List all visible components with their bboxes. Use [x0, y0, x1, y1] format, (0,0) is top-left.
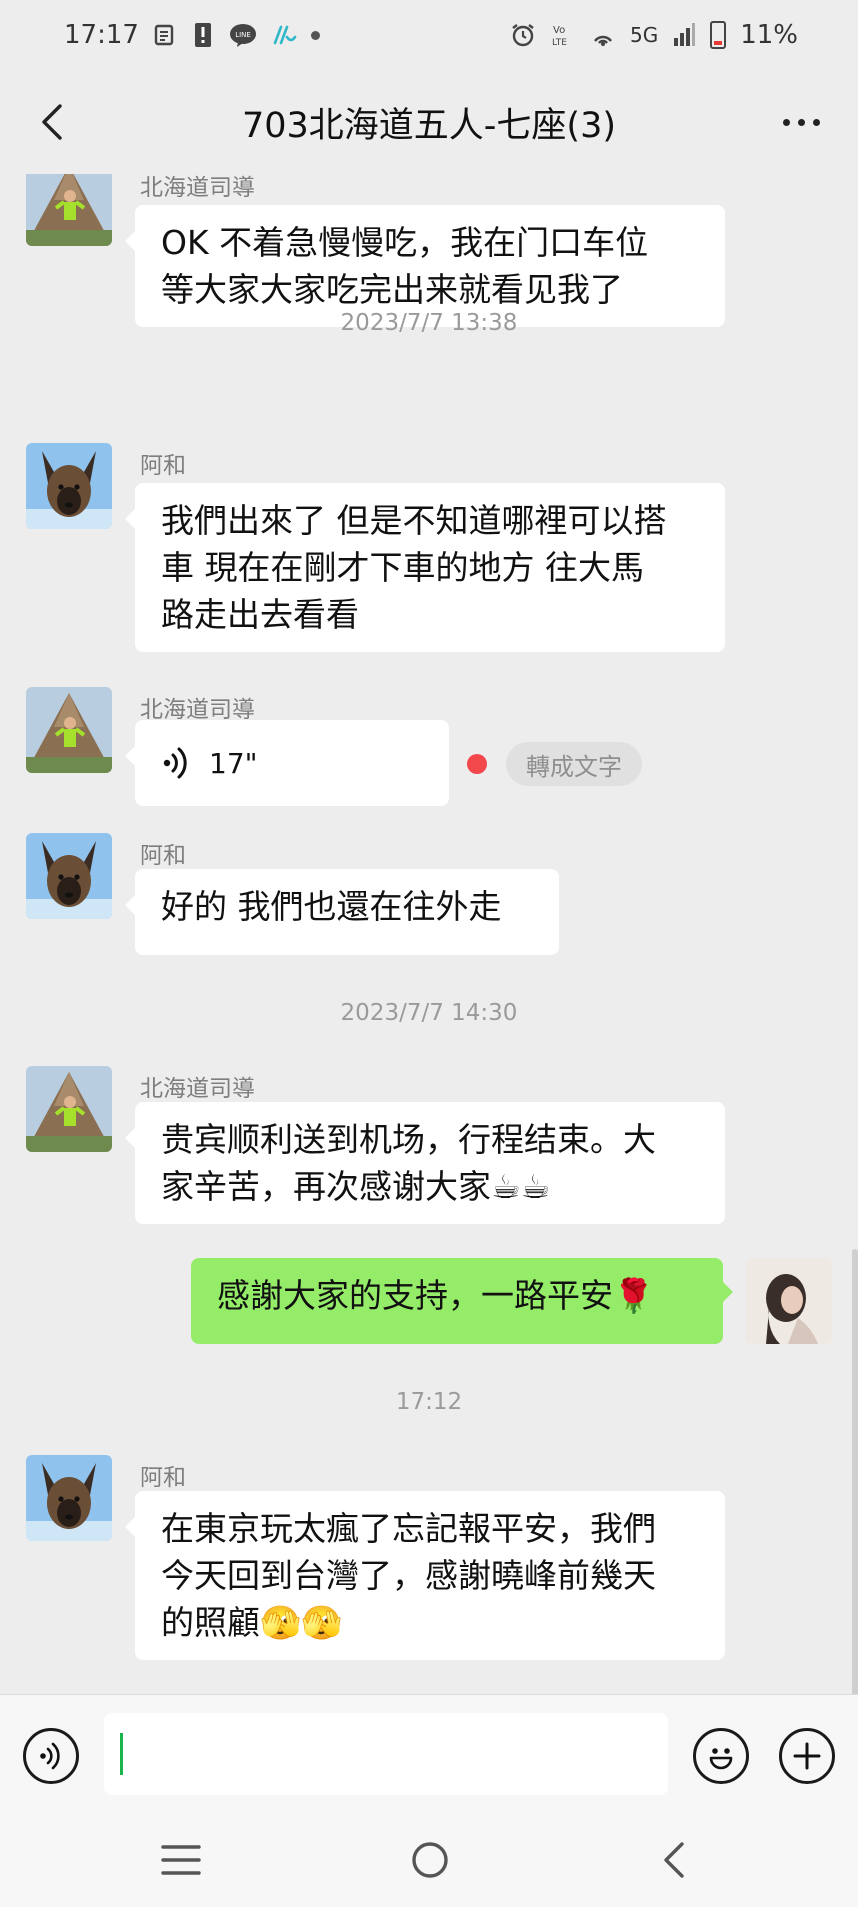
message-line: 車 現在在剛才下車的地方 往大馬 [161, 548, 644, 587]
battery-percent: 11% [740, 20, 798, 50]
avatar-driver[interactable] [26, 1066, 112, 1152]
message-bubble[interactable]: 贵宾顺利送到机场，行程结束。大 家辛苦，再次感谢大家☕☕ [125, 1102, 725, 1224]
status-bar: 17:17 LINE Vo LTE 5G 11% [0, 0, 858, 70]
convert-to-text-button[interactable]: 轉成文字 [506, 742, 642, 786]
message-line: 今天回到台灣了，感謝曉峰前幾天 [161, 1556, 656, 1595]
recent-apps-button[interactable] [156, 1838, 206, 1882]
sender-name: 北海道司導 [140, 175, 255, 201]
avatar-driver[interactable] [26, 174, 112, 246]
voice-wave-icon [163, 747, 187, 779]
sender-name: 阿和 [140, 453, 186, 479]
plus-icon [793, 1742, 821, 1770]
avatar-image [26, 1066, 112, 1152]
sender-name: 阿和 [140, 1465, 186, 1491]
clock: 17:17 [64, 20, 139, 50]
smiley-icon [709, 1748, 733, 1770]
message-input[interactable] [104, 1713, 668, 1795]
message-line: 贵宾顺利送到机场，行程结束。大 [161, 1120, 656, 1159]
alarm-icon [510, 20, 536, 50]
more-options-button[interactable] [766, 94, 836, 150]
avatar-image [26, 443, 112, 529]
message-line: 我們出來了 但是不知道哪裡可以搭 [161, 501, 667, 540]
message-line: 的照顧🫣🫣 [161, 1603, 343, 1642]
gallery-icon [153, 20, 177, 50]
alert-icon [191, 20, 215, 50]
timestamp: 2023/7/7 14:30 [340, 1000, 518, 1026]
avatar-driver[interactable] [26, 687, 112, 773]
avatar-image [26, 174, 112, 246]
back-chevron-icon [664, 1842, 684, 1878]
voice-icon [40, 1742, 60, 1770]
more-dot [782, 118, 790, 126]
chat-title: 703北海道五人-七座(3) [241, 105, 616, 146]
svg-text:LTE: LTE [552, 38, 567, 48]
battery-icon [710, 21, 727, 49]
home-button[interactable] [406, 1836, 454, 1884]
message-line: 家辛苦，再次感谢大家☕☕ [161, 1167, 551, 1206]
sender-name: 北海道司導 [140, 697, 255, 723]
message-bubble[interactable]: OK 不着急慢慢吃，我在门口车位 等大家大家吃完出来就看见我了 [125, 205, 725, 327]
timestamp: 2023/7/7 13:38 [340, 310, 518, 336]
menu-lines-icon [161, 1845, 201, 1875]
svg-text:LINE: LINE [235, 31, 251, 39]
message-bubble[interactable]: 在東京玩太瘋了忘記報平安，我們 今天回到台灣了，感謝曉峰前幾天 的照顧🫣🫣 [125, 1491, 725, 1660]
line-app-icon: LINE [229, 20, 257, 50]
avatar-image [26, 833, 112, 919]
text-cursor [120, 1733, 123, 1775]
system-nav-bar [0, 1812, 858, 1907]
chat-header: 703北海道五人-七座(3) [0, 70, 858, 174]
status-bar-right: Vo LTE 5G 11% [510, 20, 798, 50]
hotspot-icon [590, 20, 616, 50]
more-notifications-dot [310, 30, 320, 40]
message-list[interactable]: 北海道司導 OK 不着急慢慢吃，我在门口车位 等大家大家吃完出来就看见我了 20… [0, 174, 858, 1694]
sender-name: 阿和 [140, 843, 186, 869]
unread-voice-dot [467, 754, 487, 774]
emoji-button[interactable] [693, 1728, 749, 1784]
more-features-button[interactable] [779, 1728, 835, 1784]
avatar-image [26, 687, 112, 773]
more-dot [797, 118, 805, 126]
message-bubble[interactable]: 好的 我們也還在往外走 [125, 869, 559, 955]
svg-text:Vo: Vo [553, 25, 565, 36]
message-line: 等大家大家吃完出来就看见我了 [161, 270, 623, 309]
chevron-left-icon [42, 104, 62, 140]
message-line: 感謝大家的支持，一路平安🌹 [217, 1276, 655, 1315]
message-line: 在東京玩太瘋了忘記報平安，我們 [161, 1509, 656, 1548]
voice-message[interactable]: 17" [125, 720, 449, 806]
avatar-self[interactable] [746, 1258, 832, 1344]
voice-duration: 17" [209, 746, 258, 780]
scrollbar[interactable] [852, 1249, 858, 1694]
message-bubble[interactable]: 我們出來了 但是不知道哪裡可以搭 車 現在在剛才下車的地方 往大馬 路走出去看看 [125, 483, 725, 652]
volte-icon: Vo LTE [550, 20, 576, 50]
sender-name: 北海道司導 [140, 1076, 255, 1102]
home-circle-icon [412, 1842, 448, 1878]
avatar-image [746, 1258, 832, 1344]
status-bar-left: 17:17 LINE [64, 20, 320, 50]
avatar-image [26, 1455, 112, 1541]
system-back-button[interactable] [650, 1836, 698, 1884]
input-bar [0, 1694, 858, 1813]
back-button[interactable] [24, 94, 80, 150]
voice-input-button[interactable] [23, 1728, 79, 1784]
timestamp: 17:12 [395, 1389, 463, 1415]
avatar-ahe[interactable] [26, 1455, 112, 1541]
network-type: 5G [629, 23, 659, 47]
message-line: 路走出去看看 [161, 595, 359, 634]
avatar-ahe[interactable] [26, 833, 112, 919]
taipei-app-icon [271, 20, 297, 50]
avatar-ahe[interactable] [26, 443, 112, 529]
message-line: 好的 我們也還在往外走 [161, 887, 502, 926]
signal-icon [672, 20, 696, 50]
more-dot [812, 118, 820, 126]
message-line: OK 不着急慢慢吃，我在门口车位 [161, 223, 649, 262]
my-message-bubble[interactable]: 感謝大家的支持，一路平安🌹 [191, 1258, 733, 1344]
